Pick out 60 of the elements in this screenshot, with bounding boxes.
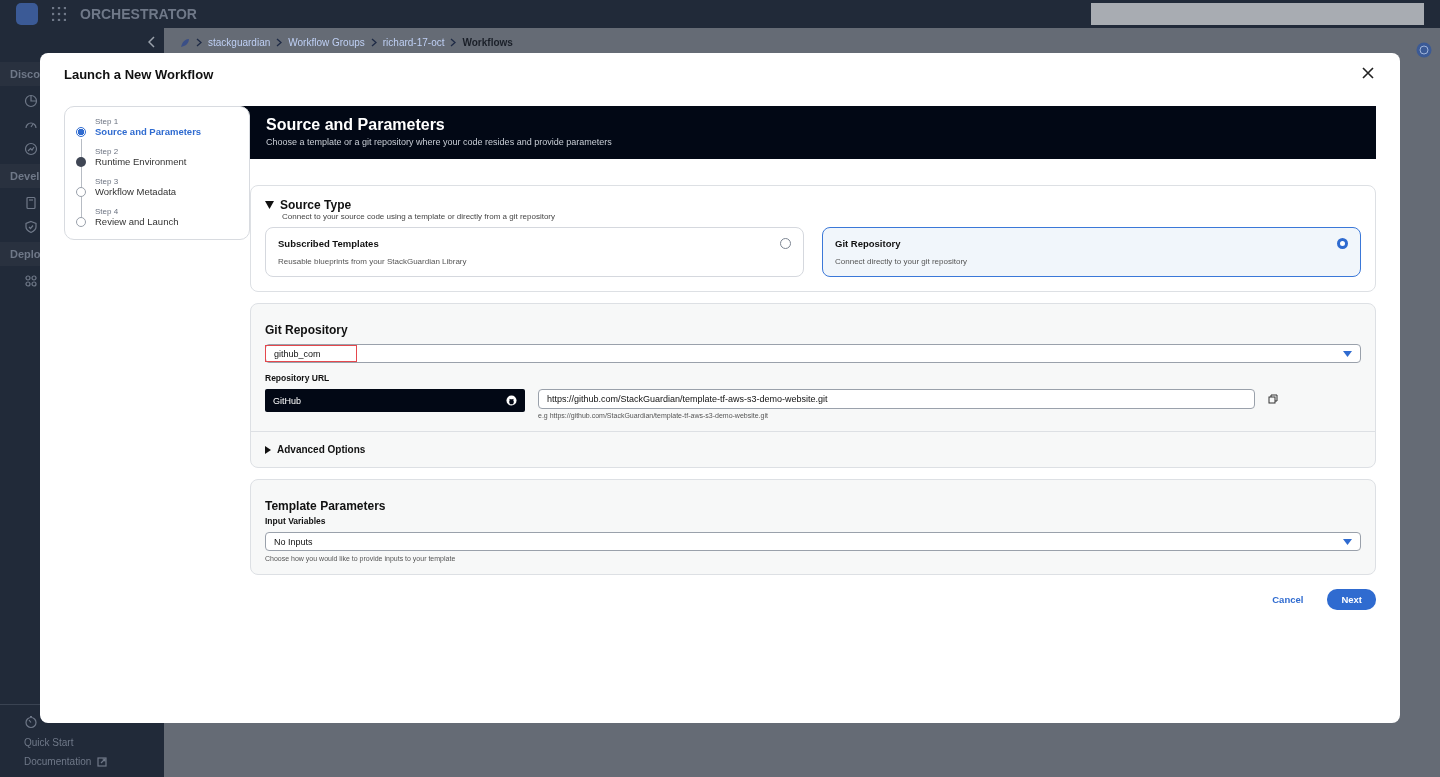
- shield-icon[interactable]: [24, 220, 38, 234]
- triangle-icon: [265, 445, 271, 454]
- option-title: Subscribed Templates: [278, 238, 380, 249]
- section-subtitle: Choose a template or a git repository where your code resides and provide parameters: [266, 137, 613, 147]
- provider-select[interactable]: GitHub: [265, 389, 525, 412]
- step-label[interactable]: Workflow Metadata: [95, 186, 249, 197]
- breadcrumb-link[interactable]: stackguardian: [208, 37, 271, 48]
- section-title: Source and Parameters: [266, 116, 446, 134]
- step-number: Step 3: [95, 177, 120, 186]
- pie-chart-icon[interactable]: [24, 94, 38, 108]
- option-description: Reusable blueprints from your StackGuardian Library: [278, 257, 467, 266]
- github-icon: [506, 395, 517, 406]
- field-label: Repository URL: [265, 373, 331, 383]
- card-description: Connect to your source code using a template or directly from a git repository: [282, 212, 557, 221]
- breadcrumb-link[interactable]: Workflow Groups: [288, 37, 365, 48]
- chevron-right-icon: [450, 38, 457, 47]
- chevron-right-icon: [370, 38, 377, 47]
- dropdown-value: github_com: [273, 348, 322, 359]
- card-title: Git Repository: [265, 323, 348, 337]
- caret-icon: [1343, 350, 1352, 357]
- caret-icon: [1343, 538, 1352, 545]
- step-label[interactable]: Runtime Environment: [95, 156, 249, 167]
- copy-icon: [1268, 394, 1278, 404]
- app-logo-icon[interactable]: [16, 3, 38, 25]
- nodes-icon[interactable]: [24, 274, 38, 288]
- step-number: Step 1: [95, 117, 120, 126]
- chevron-right-icon: [196, 38, 202, 47]
- option-title: Git Repository: [835, 238, 902, 249]
- triangle-icon: [265, 201, 274, 209]
- input-variables-dropdown[interactable]: No Inputs: [265, 532, 1361, 551]
- collapse-toggle[interactable]: [265, 201, 274, 209]
- chevron-right-icon: [276, 38, 283, 47]
- radio-button[interactable]: [1337, 238, 1348, 249]
- cancel-button[interactable]: Cancel: [1266, 593, 1310, 606]
- advanced-options-toggle[interactable]: Advanced Options: [251, 431, 1375, 467]
- repository-dropdown[interactable]: github_com: [265, 344, 1361, 363]
- step-number: Step 4: [95, 207, 120, 216]
- external-link-icon: [97, 756, 108, 767]
- chevron-left-icon[interactable]: [148, 36, 156, 48]
- close-icon: [1362, 67, 1374, 79]
- field-label: Input Variables: [265, 516, 327, 526]
- chart-icon[interactable]: [24, 142, 38, 156]
- app-title: ORCHESTRATOR: [80, 6, 197, 22]
- breadcrumb-link[interactable]: richard-17-oct: [382, 37, 445, 48]
- card-title: Source Type: [280, 198, 352, 212]
- option-description: Connect directly to your git repository: [835, 257, 968, 266]
- document-icon[interactable]: [24, 196, 38, 210]
- step-label[interactable]: Source and Parameters: [95, 126, 249, 137]
- card-title: Template Parameters: [265, 499, 386, 513]
- source-option[interactable]: Subscribed Templates Reusable blueprints from your StackGuardian Library: [265, 227, 804, 277]
- step-label[interactable]: Review and Launch: [95, 216, 249, 227]
- next-button[interactable]: Next: [1327, 589, 1376, 610]
- apps-grid-icon[interactable]: [52, 7, 66, 21]
- radio-button[interactable]: [780, 238, 791, 249]
- info-icon[interactable]: [1416, 42, 1432, 58]
- repository-url-field[interactable]: https://github.com/StackGuardian/template-tf-aws-s3-demo-website.git: [538, 389, 1255, 409]
- copy-button[interactable]: [1268, 394, 1278, 404]
- step-number: Step 2: [95, 147, 120, 156]
- timer-icon[interactable]: [24, 715, 38, 729]
- source-option[interactable]: Git Repository Connect directly to your git repository: [822, 227, 1361, 277]
